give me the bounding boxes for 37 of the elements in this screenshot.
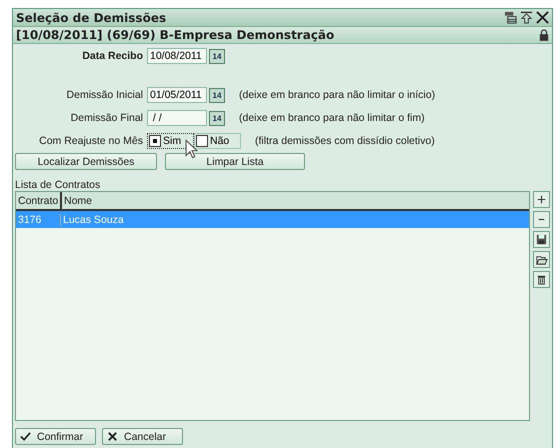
field-label: Demissão Inicial <box>66 89 144 101</box>
action-button[interactable]: Localizar Demissões <box>15 153 157 170</box>
calendar-button[interactable]: 14 <box>209 110 225 126</box>
calendar-button[interactable]: 14 <box>209 48 225 64</box>
lock-icon <box>539 29 549 41</box>
column-header[interactable]: Contrato <box>16 192 62 209</box>
hint-text: (deixe em branco para não limitar o início) <box>239 89 436 101</box>
folder-icon[interactable] <box>533 251 550 268</box>
list-caption: Lista de Contratos <box>15 179 102 191</box>
date-field[interactable]: 10/08/2011 <box>147 48 207 64</box>
plus-icon[interactable] <box>533 191 550 208</box>
option-label: Não <box>210 135 230 147</box>
cancel-button[interactable]: Cancelar <box>102 428 183 445</box>
window-title: Seleção de Demissões <box>16 10 168 24</box>
radio-option[interactable]: Não <box>194 133 241 149</box>
field-label: Demissão Final <box>70 112 144 124</box>
radio-box[interactable] <box>196 135 208 147</box>
hint-text: (deixe em branco para não limitar o fim) <box>239 112 425 124</box>
hint-text: (filtra demissões com dissídio coletivo) <box>255 135 435 147</box>
cursor-icon <box>185 139 198 159</box>
pin-top-icon[interactable] <box>520 11 533 24</box>
calendar-button[interactable]: 14 <box>209 88 225 102</box>
field-label: Com Reajuste no Mês <box>38 135 144 147</box>
column-header[interactable]: Nome <box>62 192 92 209</box>
option-label: Sim <box>163 135 182 147</box>
close-icon[interactable] <box>536 11 549 24</box>
window-stack-icon[interactable] <box>504 11 517 24</box>
action-button[interactable]: Limpar Lista <box>165 153 305 170</box>
radio-box[interactable] <box>149 135 161 147</box>
x-icon <box>107 431 118 442</box>
confirm-button[interactable]: Confirmar <box>15 428 96 445</box>
field-label: Data Recibo <box>81 50 144 62</box>
date-field[interactable]: 01/05/2011 <box>147 87 207 103</box>
trash-icon[interactable] <box>533 271 550 288</box>
checkmark-icon <box>20 431 31 442</box>
date-field[interactable]: / / <box>147 110 207 126</box>
company-header: [10/08/2011] (69/69) B-Empresa Demonstração <box>16 28 336 42</box>
